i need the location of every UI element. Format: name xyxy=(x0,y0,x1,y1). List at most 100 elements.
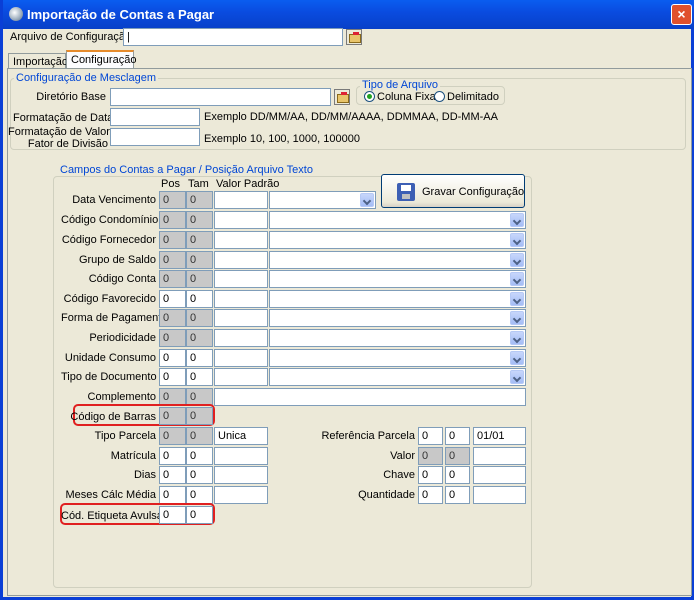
default-value-field[interactable] xyxy=(214,211,268,229)
tam-field[interactable]: 0 xyxy=(186,486,213,504)
base-dir-input[interactable] xyxy=(110,88,331,106)
value-select[interactable] xyxy=(269,329,526,347)
default-value-field[interactable] xyxy=(214,191,268,209)
tam-field[interactable]: 0 xyxy=(186,427,213,445)
date-format-example: Exemplo DD/MM/AA, DD/MM/AAAA, DDMMAA, DD… xyxy=(204,111,498,123)
default-value-field[interactable] xyxy=(214,251,268,269)
tam-field[interactable]: 0 xyxy=(186,407,213,425)
default-value-field[interactable] xyxy=(214,309,268,327)
default-value-field[interactable] xyxy=(214,329,268,347)
pos-field[interactable]: 0 xyxy=(159,211,186,229)
pos-field[interactable]: 0 xyxy=(159,506,186,524)
tam-field[interactable]: 0 xyxy=(186,309,213,327)
save-config-button[interactable]: Gravar Configuração xyxy=(381,174,525,208)
tam-field[interactable]: 0 xyxy=(186,191,213,209)
default-value-field[interactable] xyxy=(214,447,268,465)
tam-field[interactable]: 0 xyxy=(186,506,213,524)
default-value-field[interactable] xyxy=(214,466,268,484)
tam-field[interactable]: 0 xyxy=(445,427,470,445)
radio-fixed-column[interactable] xyxy=(364,91,375,102)
value-select[interactable] xyxy=(269,270,526,288)
pos-field[interactable]: 0 xyxy=(418,486,443,504)
field-label: Grupo de Saldo xyxy=(78,254,156,266)
chevron-down-icon xyxy=(510,233,524,247)
value-select[interactable] xyxy=(269,211,526,229)
pos-field[interactable]: 0 xyxy=(159,427,186,445)
pos-field[interactable]: 0 xyxy=(159,447,186,465)
radio-delimited[interactable] xyxy=(434,91,445,102)
tam-field[interactable]: 0 xyxy=(186,329,213,347)
default-value-field[interactable] xyxy=(214,231,268,249)
tam-field[interactable]: 0 xyxy=(186,270,213,288)
chevron-down-icon xyxy=(510,253,524,267)
value-select[interactable] xyxy=(269,290,526,308)
tam-field[interactable]: 0 xyxy=(186,349,213,367)
default-value-field[interactable] xyxy=(214,290,268,308)
field-label: Código de Barras xyxy=(70,411,156,423)
pos-field[interactable]: 0 xyxy=(159,290,186,308)
pos-field[interactable]: 0 xyxy=(418,466,443,484)
default-value-field[interactable] xyxy=(214,270,268,288)
tam-field[interactable]: 0 xyxy=(186,251,213,269)
folder-browse-icon[interactable] xyxy=(346,29,362,45)
default-value-field[interactable] xyxy=(473,447,526,465)
pos-field[interactable]: 0 xyxy=(159,191,186,209)
value-format-example: Exemplo 10, 100, 1000, 100000 xyxy=(204,133,360,145)
main-window: Importação de Contas a Pagar × Arquivo d… xyxy=(0,0,694,600)
complement-default-field[interactable] xyxy=(214,388,526,406)
date-format-input[interactable] xyxy=(110,108,200,126)
value-select[interactable] xyxy=(269,368,526,386)
default-value-field[interactable]: Unica xyxy=(214,427,268,445)
pos-field[interactable]: 0 xyxy=(159,349,186,367)
pos-field[interactable]: 0 xyxy=(159,407,186,425)
default-value-field[interactable]: 01/01 xyxy=(473,427,526,445)
close-button[interactable]: × xyxy=(671,4,692,25)
tam-field[interactable]: 0 xyxy=(445,486,470,504)
title-bar[interactable]: Importação de Contas a Pagar × xyxy=(3,0,694,29)
tam-field[interactable]: 0 xyxy=(186,447,213,465)
tab-configuracao[interactable]: Configuração xyxy=(66,50,136,69)
tam-field[interactable]: 0 xyxy=(186,231,213,249)
value-select[interactable] xyxy=(269,349,526,367)
default-value-field[interactable] xyxy=(214,349,268,367)
tam-field[interactable]: 0 xyxy=(445,447,470,465)
radio-delimited-label: Delimitado xyxy=(447,91,499,103)
radio-fixed-column-label: Coluna Fixa xyxy=(377,91,436,103)
tam-field[interactable]: 0 xyxy=(186,466,213,484)
field-label: Periodicidade xyxy=(89,332,156,344)
value-select[interactable] xyxy=(269,191,376,209)
field-label: Código Favorecido xyxy=(63,293,156,305)
value-select[interactable] xyxy=(269,251,526,269)
pos-field[interactable]: 0 xyxy=(159,309,186,327)
pos-field[interactable]: 0 xyxy=(159,231,186,249)
config-file-label: Arquivo de Configuração xyxy=(10,31,132,43)
pos-field[interactable]: 0 xyxy=(159,270,186,288)
default-value-field[interactable] xyxy=(214,368,268,386)
default-value-field[interactable] xyxy=(473,466,526,484)
tam-field[interactable]: 0 xyxy=(445,466,470,484)
tab-importacao[interactable]: Importação xyxy=(8,53,68,69)
pos-field[interactable]: 0 xyxy=(418,447,443,465)
default-value-field[interactable] xyxy=(473,486,526,504)
field-label: Dias xyxy=(133,469,156,481)
value-select[interactable] xyxy=(269,309,526,327)
field-label: Código Fornecedor xyxy=(61,234,156,246)
tam-field[interactable]: 0 xyxy=(186,368,213,386)
folder-browse-icon[interactable] xyxy=(334,89,350,105)
pos-field[interactable]: 0 xyxy=(159,368,186,386)
value-factor-input[interactable] xyxy=(110,128,200,146)
pos-field[interactable]: 0 xyxy=(159,329,186,347)
tam-field[interactable]: 0 xyxy=(186,211,213,229)
field-label: Tipo de Documento xyxy=(61,371,157,383)
pos-field[interactable]: 0 xyxy=(159,466,186,484)
tam-field[interactable]: 0 xyxy=(186,290,213,308)
pos-field[interactable]: 0 xyxy=(159,486,186,504)
config-file-input[interactable]: | xyxy=(123,28,343,46)
field-label: Cód. Etiqueta Avulsa xyxy=(61,510,163,522)
default-value-field[interactable] xyxy=(214,486,268,504)
field-label: Forma de Pagamento xyxy=(61,312,168,324)
pos-field[interactable]: 0 xyxy=(159,251,186,269)
value-select[interactable] xyxy=(269,231,526,249)
pos-field[interactable]: 0 xyxy=(418,427,443,445)
merge-config-title: Configuração de Mesclagem xyxy=(14,72,159,84)
